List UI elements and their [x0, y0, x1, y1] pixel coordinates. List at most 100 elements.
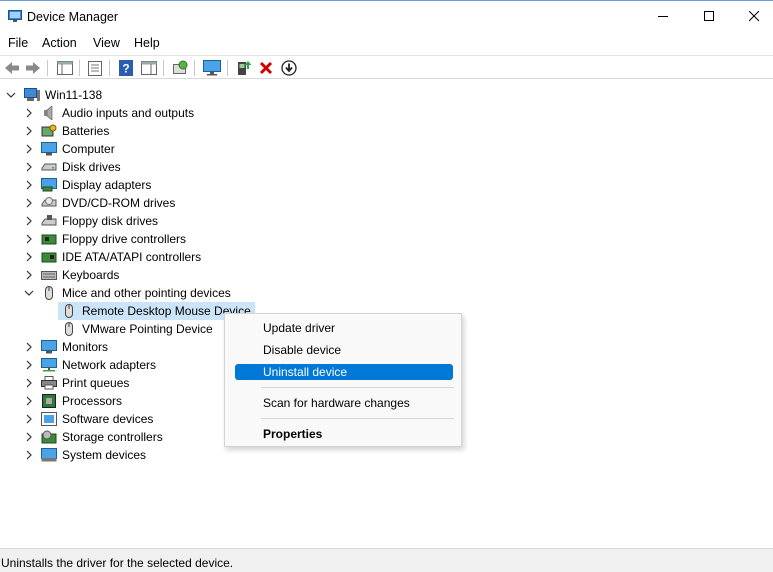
mouse-icon [45, 286, 53, 300]
printer-icon [41, 376, 57, 390]
console-tree-button[interactable] [56, 59, 74, 77]
context-menu-uninstall-device[interactable]: Uninstall device [235, 364, 453, 380]
show-hide-console-tree-icon [57, 61, 73, 75]
chevron-right-icon[interactable] [24, 198, 34, 208]
tree-category-floppy-drives[interactable]: Floppy disk drives [41, 212, 158, 230]
chevron-right-icon[interactable] [24, 252, 34, 262]
action-pane-icon [141, 61, 157, 75]
tree-category-mice[interactable]: Mice and other pointing devices [41, 284, 231, 302]
menu-view[interactable]: View [93, 36, 120, 50]
tree-category-display-adapters[interactable]: Display adapters [41, 176, 151, 194]
dvd-drive-icon [41, 197, 57, 207]
tree-category-label: Network adapters [62, 358, 157, 372]
context-menu-separator [261, 387, 454, 388]
chevron-right-icon[interactable] [24, 216, 34, 226]
chevron-right-icon[interactable] [24, 432, 34, 442]
menu-help[interactable]: Help [134, 36, 160, 50]
battery-icon [41, 124, 57, 137]
chevron-right-icon[interactable] [24, 414, 34, 424]
tree-category-software-devices[interactable]: Software devices [41, 410, 153, 428]
monitor-icon [203, 60, 221, 76]
network-adapter-icon [41, 358, 57, 372]
chevron-right-icon[interactable] [24, 378, 34, 388]
tree-category-audio[interactable]: Audio inputs and outputs [41, 104, 194, 122]
help-button[interactable]: ? [117, 59, 135, 77]
window-title: Device Manager [27, 10, 119, 24]
controller-icon [41, 234, 57, 245]
tree-category-processors[interactable]: Processors [41, 392, 122, 410]
status-bar: Uninstalls the driver for the selected d… [0, 548, 773, 572]
tree-category-computer[interactable]: Computer [41, 140, 115, 158]
speaker-icon [44, 106, 53, 120]
mouse-icon [65, 304, 73, 318]
chevron-right-icon[interactable] [24, 234, 34, 244]
tree-category-label: DVD/CD-ROM drives [62, 196, 176, 210]
toolbar-separator [109, 60, 110, 76]
chevron-right-icon[interactable] [24, 342, 34, 352]
chevron-right-icon[interactable] [24, 126, 34, 136]
computer-icon [24, 88, 40, 101]
tree-category-label: Keyboards [62, 268, 120, 282]
close-button[interactable] [731, 1, 773, 32]
menu-action[interactable]: Action [42, 36, 77, 50]
chevron-right-icon[interactable] [24, 162, 34, 172]
context-menu-disable-device[interactable]: Disable device [235, 342, 453, 358]
chevron-down-icon[interactable] [24, 288, 34, 298]
back-button[interactable] [3, 59, 21, 77]
context-menu: Update driver Disable device Uninstall d… [224, 313, 462, 447]
processor-icon [42, 394, 56, 408]
chevron-right-icon[interactable] [24, 270, 34, 280]
tree-device-vmware-pointing[interactable]: VMware Pointing Device [61, 320, 213, 338]
properties-button[interactable] [86, 59, 104, 77]
keyboard-icon [41, 271, 57, 280]
maximize-button[interactable] [686, 1, 732, 32]
tree-category-disk-drives[interactable]: Disk drives [41, 158, 121, 176]
menu-file[interactable]: File [8, 36, 28, 50]
uninstall-button[interactable] [257, 59, 275, 77]
tree-category-label: Storage controllers [62, 430, 163, 444]
context-menu-update-driver[interactable]: Update driver [235, 320, 453, 336]
tree-category-floppy-controllers[interactable]: Floppy drive controllers [41, 230, 186, 248]
tree-root[interactable]: Win11-138 [24, 86, 102, 104]
scan-hardware-button[interactable] [171, 59, 189, 77]
context-menu-properties[interactable]: Properties [235, 426, 453, 442]
chevron-right-icon[interactable] [24, 108, 34, 118]
tree-category-batteries[interactable]: Batteries [41, 122, 109, 140]
help-icon: ? [119, 60, 133, 76]
update-driver-icon [238, 61, 252, 75]
monitor-button[interactable] [203, 59, 221, 77]
tree-category-label: Mice and other pointing devices [62, 286, 231, 300]
tree-category-label: Disk drives [62, 160, 121, 174]
tree-category-storage-controllers[interactable]: Storage controllers [41, 428, 163, 446]
forward-icon [26, 62, 40, 74]
chevron-down-icon[interactable] [6, 90, 16, 100]
tree-category-label: Processors [62, 394, 123, 408]
tree-category-network-adapters[interactable]: Network adapters [41, 356, 156, 374]
tree-category-dvd-drives[interactable]: DVD/CD-ROM drives [41, 194, 175, 212]
chevron-right-icon[interactable] [24, 360, 34, 370]
storage-controller-icon [41, 430, 57, 444]
uninstall-icon [259, 61, 273, 75]
update-driver-button[interactable] [235, 59, 253, 77]
disable-device-button[interactable] [280, 59, 298, 77]
minimize-button[interactable] [640, 1, 686, 32]
tree-category-keyboards[interactable]: Keyboards [41, 266, 119, 284]
forward-button[interactable] [24, 59, 42, 77]
tree-category-print-queues[interactable]: Print queues [41, 374, 129, 392]
chevron-right-icon[interactable] [24, 180, 34, 190]
tree-root-label: Win11-138 [45, 88, 103, 102]
software-device-icon [41, 412, 57, 426]
chevron-right-icon[interactable] [24, 396, 34, 406]
display-adapter-icon [41, 178, 57, 192]
chevron-right-icon[interactable] [24, 450, 34, 460]
tree-category-monitors[interactable]: Monitors [41, 338, 108, 356]
tree-category-label: Software devices [62, 412, 154, 426]
device-manager-icon [8, 10, 22, 22]
tree-category-ide-controllers[interactable]: IDE ATA/ATAPI controllers [41, 248, 201, 266]
action-pane-button[interactable] [140, 59, 158, 77]
chevron-right-icon[interactable] [24, 144, 34, 154]
minimize-icon [657, 16, 668, 17]
toolbar: ? [0, 55, 773, 79]
tree-category-system-devices[interactable]: System devices [41, 446, 146, 464]
context-menu-scan-hardware[interactable]: Scan for hardware changes [235, 395, 453, 411]
